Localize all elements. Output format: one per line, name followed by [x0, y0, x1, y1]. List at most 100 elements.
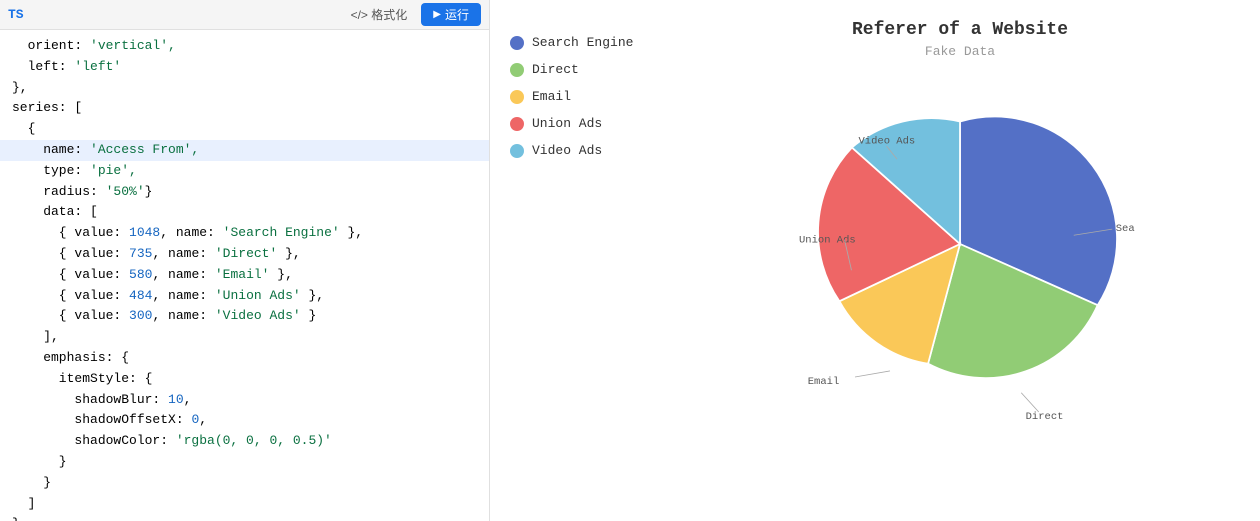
label-line-email [855, 371, 890, 377]
code-num: 735 [129, 244, 152, 265]
code-text: } [12, 452, 67, 473]
chart-area: Referer of a Website Fake Data [670, 20, 1250, 419]
code-line: data: [ [0, 202, 489, 223]
code-string: 'rgba(0, 0, 0, 0.5)' [176, 431, 332, 452]
code-text: shadowBlur: [12, 390, 168, 411]
code-text: , name: [152, 244, 214, 265]
code-text: radius: [12, 182, 106, 203]
editor-toolbar: TS </> 格式化 运行 [0, 0, 489, 30]
code-line: } [0, 473, 489, 494]
legend-label-union-ads: Union Ads [532, 116, 602, 131]
code-string: 'Access From', [90, 140, 199, 161]
chart-title: Referer of a Website [852, 20, 1068, 40]
legend-label-email: Email [532, 89, 571, 104]
code-line: series: [ [0, 98, 489, 119]
legend-label-video-ads: Video Ads [532, 143, 602, 158]
code-text: }, [340, 223, 363, 244]
code-line: { value: 484, name: 'Union Ads' }, [0, 286, 489, 307]
code-line: { value: 735, name: 'Direct' }, [0, 244, 489, 265]
label-line-direct [1021, 393, 1039, 412]
code-num: 10 [168, 390, 184, 411]
code-text: name: [12, 140, 90, 161]
code-num: 0 [191, 410, 199, 431]
code-string: 'Search Engine' [223, 223, 340, 244]
code-text: shadowOffsetX: [12, 410, 191, 431]
legend-item-email: Email [510, 89, 670, 104]
code-line: radius: '50%'} [0, 182, 489, 203]
legend-dot-direct [510, 63, 524, 77]
code-text: , name: [152, 286, 214, 307]
code-text: , [184, 390, 192, 411]
code-line: shadowColor: 'rgba(0, 0, 0, 0.5)' [0, 431, 489, 452]
pie-label-search-engine: Search Engine [1116, 223, 1135, 235]
code-text: }, [12, 78, 28, 99]
pie-chart: Search Engine Direct Email Union Ads Vid… [785, 69, 1135, 419]
legend-label-direct: Direct [532, 62, 579, 77]
code-text: } [12, 473, 51, 494]
code-text: shadowColor: [12, 431, 176, 452]
legend-item-direct: Direct [510, 62, 670, 77]
code-line-highlighted: name: 'Access From', [0, 140, 489, 161]
code-line: } [0, 452, 489, 473]
code-text: ], [12, 327, 59, 348]
legend-item-union-ads: Union Ads [510, 116, 670, 131]
legend-label-search-engine: Search Engine [532, 35, 633, 50]
code-line: }, [0, 78, 489, 99]
chart-panel: Search Engine Direct Email Union Ads Vid… [490, 0, 1260, 521]
code-line: emphasis: { [0, 348, 489, 369]
code-text: { value: [12, 265, 129, 286]
pie-label-email: Email [808, 376, 840, 388]
code-line: { value: 580, name: 'Email' }, [0, 265, 489, 286]
code-num: 484 [129, 286, 152, 307]
pie-label-union-ads: Union Ads [799, 234, 856, 246]
code-string: '50%' [106, 182, 145, 203]
code-text: , [199, 410, 207, 431]
code-string: 'left' [74, 57, 121, 78]
code-string: 'Video Ads' [215, 306, 301, 327]
code-line: orient: 'vertical', [0, 36, 489, 57]
code-text: series: [ [12, 98, 82, 119]
code-text: , name: [152, 265, 214, 286]
format-button[interactable]: </> 格式化 [345, 4, 414, 25]
code-num: 580 [129, 265, 152, 286]
code-string: 'Direct' [215, 244, 277, 265]
code-string: 'Union Ads' [215, 286, 301, 307]
code-line: shadowOffsetX: 0, [0, 410, 489, 431]
editor-lang: TS [8, 7, 24, 22]
code-line: ], [0, 327, 489, 348]
editor-panel: TS </> 格式化 运行 orient: 'vertical', left: … [0, 0, 490, 521]
code-text: }, [269, 265, 292, 286]
code-text: itemStyle: { [12, 369, 152, 390]
run-button[interactable]: 运行 [421, 3, 481, 26]
code-line: type: 'pie', [0, 161, 489, 182]
code-line: left: 'left' [0, 57, 489, 78]
legend-dot-search-engine [510, 36, 524, 50]
code-line: { [0, 119, 489, 140]
code-area: orient: 'vertical', left: 'left' }, seri… [0, 30, 489, 521]
code-text: , name: [160, 223, 222, 244]
code-punct: } [145, 182, 153, 203]
code-text: } [12, 514, 20, 521]
pie-svg: Search Engine Direct Email Union Ads Vid… [785, 69, 1135, 419]
code-line: } [0, 514, 489, 521]
code-text: left: [12, 57, 74, 78]
code-string: 'Email' [215, 265, 270, 286]
code-string: 'pie', [90, 161, 137, 182]
code-string: 'vertical', [90, 36, 176, 57]
toolbar-right: </> 格式化 运行 [345, 3, 481, 26]
code-text: data: [ [12, 202, 98, 223]
code-text: ] [12, 494, 35, 515]
code-text: { value: [12, 244, 129, 265]
code-text: { value: [12, 286, 129, 307]
code-line: { value: 1048, name: 'Search Engine' }, [0, 223, 489, 244]
code-line: ] [0, 494, 489, 515]
code-line: shadowBlur: 10, [0, 390, 489, 411]
chart-subtitle: Fake Data [925, 44, 995, 59]
code-text: } [301, 306, 317, 327]
code-text: , name: [152, 306, 214, 327]
code-num: 1048 [129, 223, 160, 244]
code-text: }, [301, 286, 324, 307]
legend-dot-video-ads [510, 144, 524, 158]
code-text: { value: [12, 306, 129, 327]
pie-label-direct: Direct [1026, 411, 1064, 419]
